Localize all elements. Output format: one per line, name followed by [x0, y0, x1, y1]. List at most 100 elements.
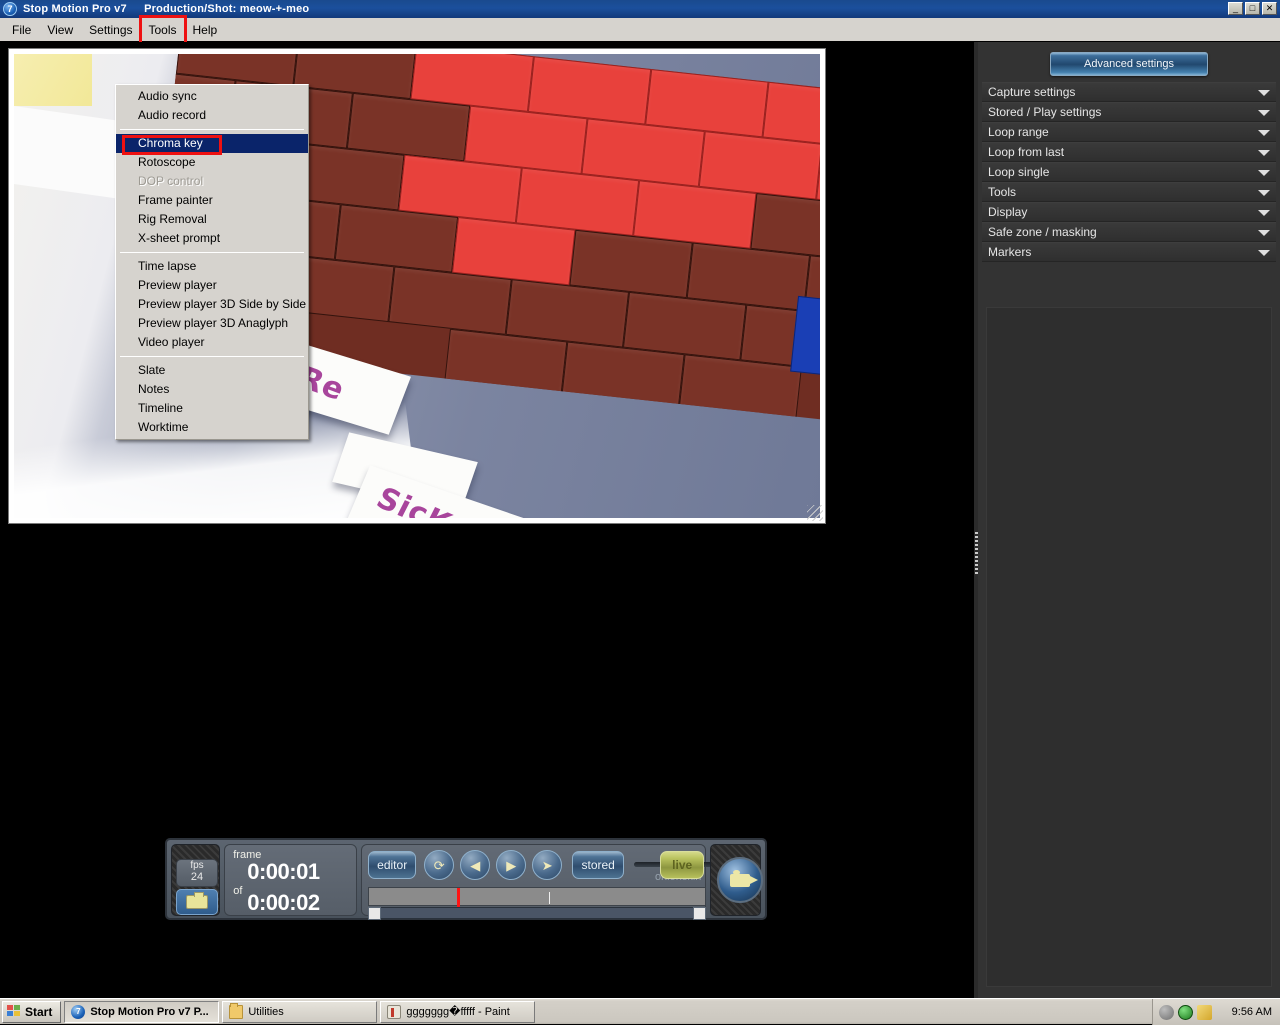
- menu-item-preview-player-3d-anaglyph[interactable]: Preview player 3D Anaglyph: [116, 314, 308, 333]
- section-loop-from-last[interactable]: Loop from last: [982, 142, 1276, 162]
- menu-separator: [120, 129, 304, 130]
- chevron-down-icon[interactable]: [1258, 210, 1270, 216]
- frame-tick-marker: [549, 892, 551, 904]
- chevron-down-icon[interactable]: [1258, 150, 1270, 156]
- resize-grip-icon[interactable]: [807, 505, 823, 521]
- play-button[interactable]: ➤: [532, 850, 563, 880]
- settings-empty-panel: [986, 307, 1272, 987]
- playhead-marker[interactable]: [457, 888, 461, 907]
- menu-item-frame-painter[interactable]: Frame painter: [116, 191, 308, 210]
- toolbox-button[interactable]: [176, 889, 218, 915]
- notification-icon[interactable]: [1197, 1004, 1212, 1020]
- range-handle-end[interactable]: [693, 907, 707, 920]
- paint-icon: [387, 1004, 402, 1019]
- taskbar-item-utilities[interactable]: Utilities: [222, 1000, 378, 1023]
- play-icon: ➤: [541, 857, 553, 873]
- chevron-down-icon[interactable]: [1258, 130, 1270, 136]
- menu-item-worktime[interactable]: Worktime: [116, 418, 308, 437]
- stored-button[interactable]: stored: [572, 851, 625, 879]
- menu-item-preview-player[interactable]: Preview player: [116, 276, 308, 295]
- section-tools[interactable]: Tools: [982, 182, 1276, 202]
- menu-settings[interactable]: Settings: [81, 20, 140, 40]
- windows-flag-icon: [7, 1005, 21, 1018]
- section-loop-range[interactable]: Loop range: [982, 122, 1276, 142]
- taskbar-item-stop-motion-pro[interactable]: 7 Stop Motion Pro v7 P...: [64, 1000, 220, 1023]
- menu-item-rotoscope[interactable]: Rotoscope: [116, 153, 308, 172]
- volume-icon[interactable]: [1159, 1004, 1174, 1020]
- menu-file[interactable]: File: [4, 20, 39, 40]
- menu-item-audio-record[interactable]: Audio record: [116, 106, 308, 125]
- transport-left-panel: fps 24: [171, 844, 221, 916]
- chevron-down-icon[interactable]: [1258, 110, 1270, 116]
- menu-item-video-player[interactable]: Video player: [116, 333, 308, 352]
- network-icon[interactable]: [1178, 1004, 1193, 1020]
- chevron-down-icon[interactable]: [1258, 190, 1270, 196]
- frame-counter-panel: frame 0:00:01 of 0:00:02: [224, 844, 358, 916]
- current-frame-time: 0:00:01: [247, 859, 320, 884]
- menu-item-timeline[interactable]: Timeline: [116, 399, 308, 418]
- app-title-text: Stop Motion Pro v7: [23, 3, 127, 15]
- section-label: Loop single: [988, 165, 1050, 179]
- menu-item-rig-removal[interactable]: Rig Removal: [116, 210, 308, 229]
- folder-icon: [229, 1002, 244, 1019]
- section-label: Loop range: [988, 125, 1049, 139]
- scene-yellow-corner: [14, 54, 92, 106]
- menu-help[interactable]: Help: [185, 20, 226, 40]
- section-label: Safe zone / masking: [988, 225, 1097, 239]
- section-label: Tools: [988, 185, 1017, 199]
- minimize-button[interactable]: _: [1228, 2, 1243, 15]
- editor-button[interactable]: editor: [368, 851, 417, 879]
- live-button[interactable]: live: [660, 851, 705, 879]
- step-back-button[interactable]: ◀: [460, 850, 491, 880]
- menu-item-dop-control: DOP control: [138, 174, 204, 188]
- fps-value: 24: [190, 871, 204, 883]
- close-button[interactable]: ✕: [1262, 2, 1277, 15]
- section-markers[interactable]: Markers: [982, 242, 1276, 262]
- menu-item-notes[interactable]: Notes: [116, 380, 308, 399]
- fps-display: fps 24: [176, 859, 218, 887]
- window-controls: _ □ ✕: [1228, 2, 1277, 15]
- section-label: Loop from last: [988, 145, 1065, 159]
- section-capture-settings[interactable]: Capture settings: [982, 82, 1276, 102]
- taskbar-item-paint[interactable]: ggggggg�fffff - Paint: [380, 1000, 536, 1023]
- menu-view[interactable]: View: [39, 20, 81, 40]
- section-label: Capture settings: [988, 85, 1076, 99]
- fps-label: fps: [190, 860, 204, 871]
- restore-button[interactable]: □: [1245, 2, 1260, 15]
- start-button[interactable]: Start: [2, 1000, 62, 1023]
- loop-button[interactable]: ⟳: [424, 850, 455, 880]
- tools-dropdown-menu[interactable]: Audio sync Audio record Chroma key Rotos…: [115, 84, 309, 440]
- window-title-bar: 7 Stop Motion Pro v7 Production/Shot: me…: [0, 0, 1280, 18]
- section-stored-play-settings[interactable]: Stored / Play settings: [982, 102, 1276, 122]
- taskbar-item-label: ggggggg�fffff - Paint: [406, 1006, 510, 1018]
- menu-item-preview-player-3d-sbs[interactable]: Preview player 3D Side by Side: [116, 295, 308, 314]
- chevron-down-icon[interactable]: [1258, 90, 1270, 96]
- capture-frame-button[interactable]: [716, 857, 763, 903]
- section-label: Display: [988, 205, 1028, 219]
- menu-item-x-sheet-prompt[interactable]: X-sheet prompt: [116, 229, 308, 248]
- menu-separator: [120, 356, 304, 357]
- system-tray: 9:56 AM: [1152, 999, 1280, 1025]
- playback-transport-bar: fps 24 frame 0:00:01 of 0:00:02 editor ⟳…: [165, 838, 767, 920]
- step-forward-button[interactable]: ▶: [496, 850, 527, 880]
- menu-item-chroma-key[interactable]: Chroma key: [116, 134, 308, 153]
- section-loop-single[interactable]: Loop single: [982, 162, 1276, 182]
- transport-controls-panel: editor ⟳ ◀ ▶ ➤ stored onionskin live: [361, 844, 730, 920]
- chevron-down-icon[interactable]: [1258, 170, 1270, 176]
- menu-item-time-lapse[interactable]: Time lapse: [116, 257, 308, 276]
- section-safe-zone-masking[interactable]: Safe zone / masking: [982, 222, 1276, 242]
- timeline-scrubber[interactable]: [368, 887, 707, 907]
- loop-range-bar[interactable]: [368, 907, 707, 920]
- menu-item-slate[interactable]: Slate: [116, 361, 308, 380]
- camera-icon: [729, 869, 758, 887]
- total-frame-time: 0:00:02: [247, 890, 320, 915]
- advanced-settings-button[interactable]: Advanced settings: [1050, 52, 1208, 76]
- menu-tools[interactable]: Tools: [138, 14, 187, 46]
- chevron-down-icon[interactable]: [1258, 230, 1270, 236]
- range-handle-start[interactable]: [368, 907, 382, 920]
- menu-item-audio-sync[interactable]: Audio sync: [116, 87, 308, 106]
- section-display[interactable]: Display: [982, 202, 1276, 222]
- taskbar-item-label: Utilities: [248, 1005, 284, 1018]
- workspace: We'Re SicK Audio sync Audio record Chrom…: [0, 42, 1280, 998]
- chevron-down-icon[interactable]: [1258, 250, 1270, 256]
